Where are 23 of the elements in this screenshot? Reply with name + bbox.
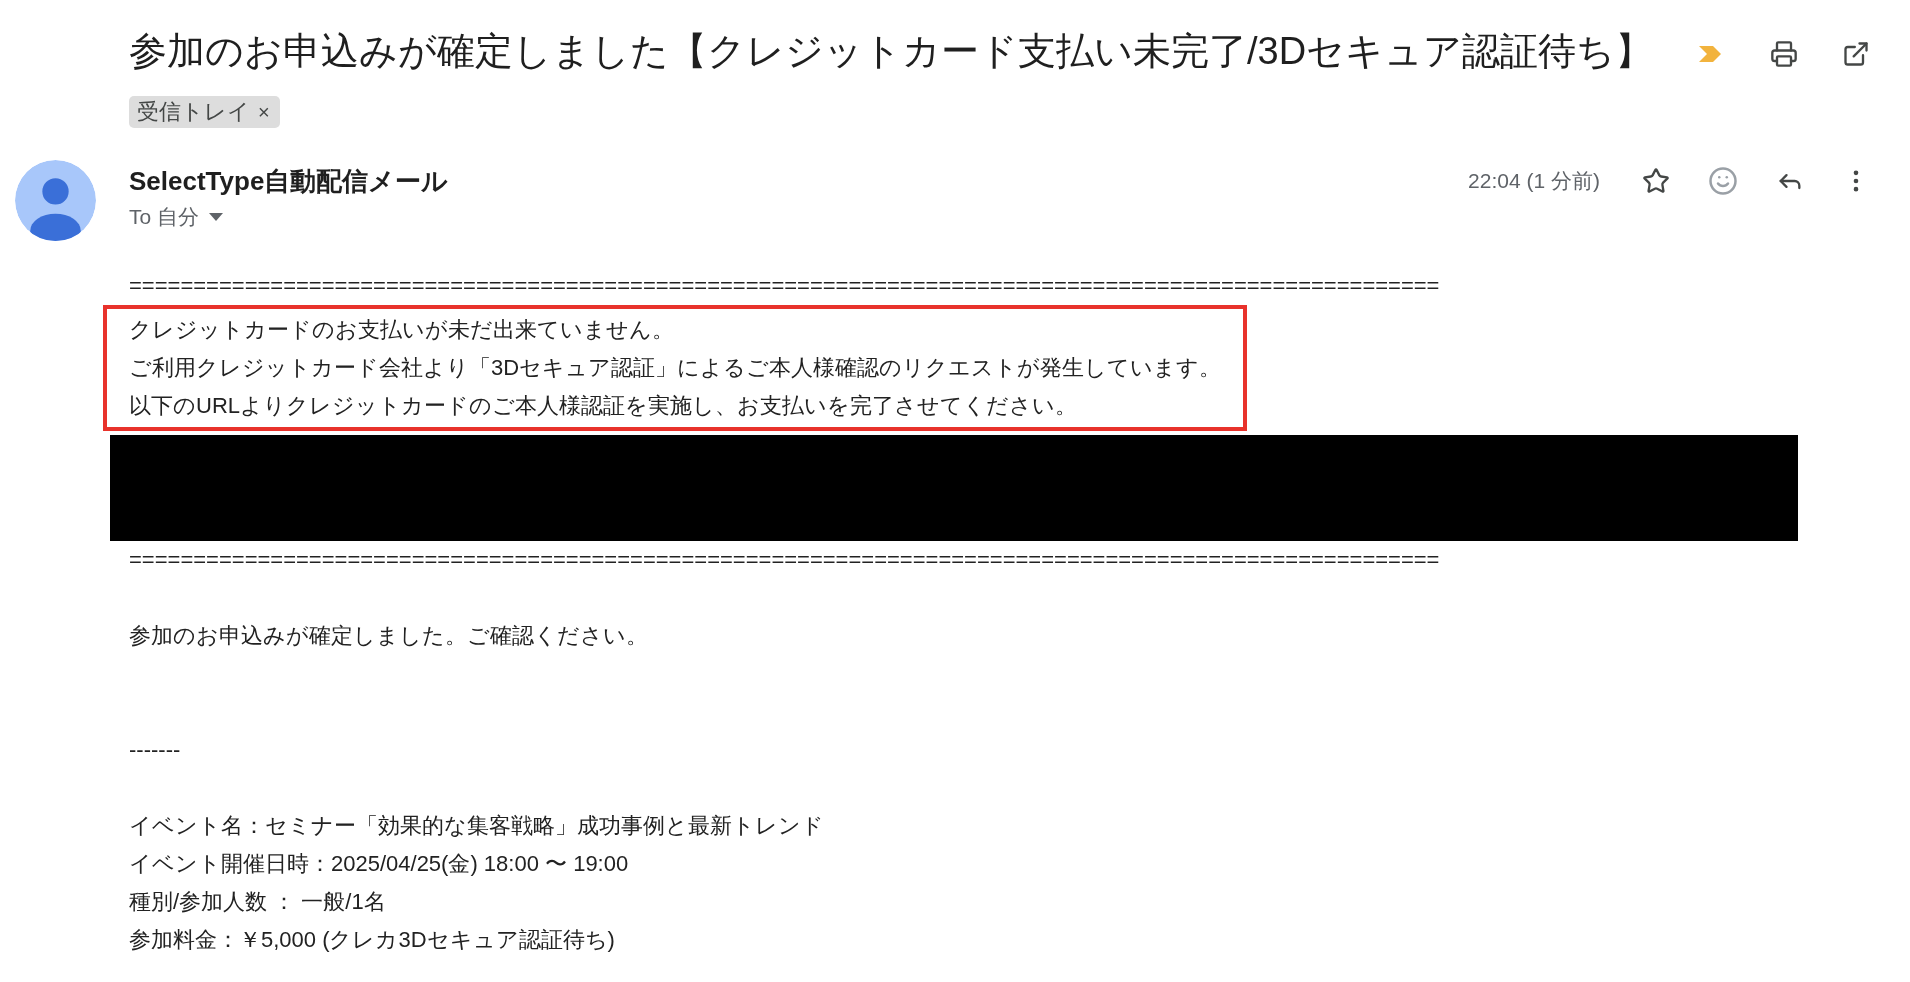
body-text: ------- bbox=[129, 736, 182, 764]
body-text: ご利用クレジットカード会社より「3Dセキュア認証」によるご本人様確認のリクエストが発生しています。 bbox=[129, 354, 1222, 382]
star-icon[interactable] bbox=[1642, 167, 1670, 195]
external-link-icon[interactable] bbox=[1842, 40, 1870, 68]
body-text: ====================================================================================================== bbox=[129, 546, 1441, 574]
body-text: 参加のお申込みが確定しました。ご確認ください。 bbox=[129, 622, 649, 650]
caret-icon[interactable] bbox=[209, 213, 223, 221]
sender-name: SelectType自動配信メール bbox=[129, 165, 450, 198]
email-subject: 参加のお申込みが確定しました【クレジットカード支払い未完了/3Dセキュア認証待ち】 bbox=[129, 30, 1654, 72]
body-text: 以下のURLよりクレジットカードのご本人様認証を実施し、お支払いを完了させてください。 bbox=[129, 392, 1078, 420]
body-text: 種別/参加人数 ： 一般/1名 bbox=[129, 888, 387, 916]
avatar-icon bbox=[15, 160, 96, 241]
inbox-label[interactable]: 受信トレイ × bbox=[129, 95, 280, 128]
body-text: 参加料金：￥5,000 (クレカ3Dセキュア認証待ち) bbox=[129, 926, 616, 954]
body-text: ====================================================================================================== bbox=[129, 272, 1441, 300]
message-time: 22:04 (1 分前) bbox=[1468, 168, 1600, 194]
body-text: イベント開催日時：2025/04/25(金) 18:00 〜 19:00 bbox=[129, 850, 630, 878]
print-icon[interactable] bbox=[1770, 40, 1798, 68]
emoji-icon[interactable] bbox=[1708, 166, 1738, 196]
body-text: イベント名：セミナー「効果的な集客戦略」成功事例と最新トレンド bbox=[129, 812, 825, 840]
body-text: クレジットカードのお支払いが未だ出来ていません。 bbox=[129, 316, 675, 344]
recipient-text: To 自分 bbox=[129, 204, 199, 230]
importance-marker-icon[interactable] bbox=[1697, 43, 1724, 64]
